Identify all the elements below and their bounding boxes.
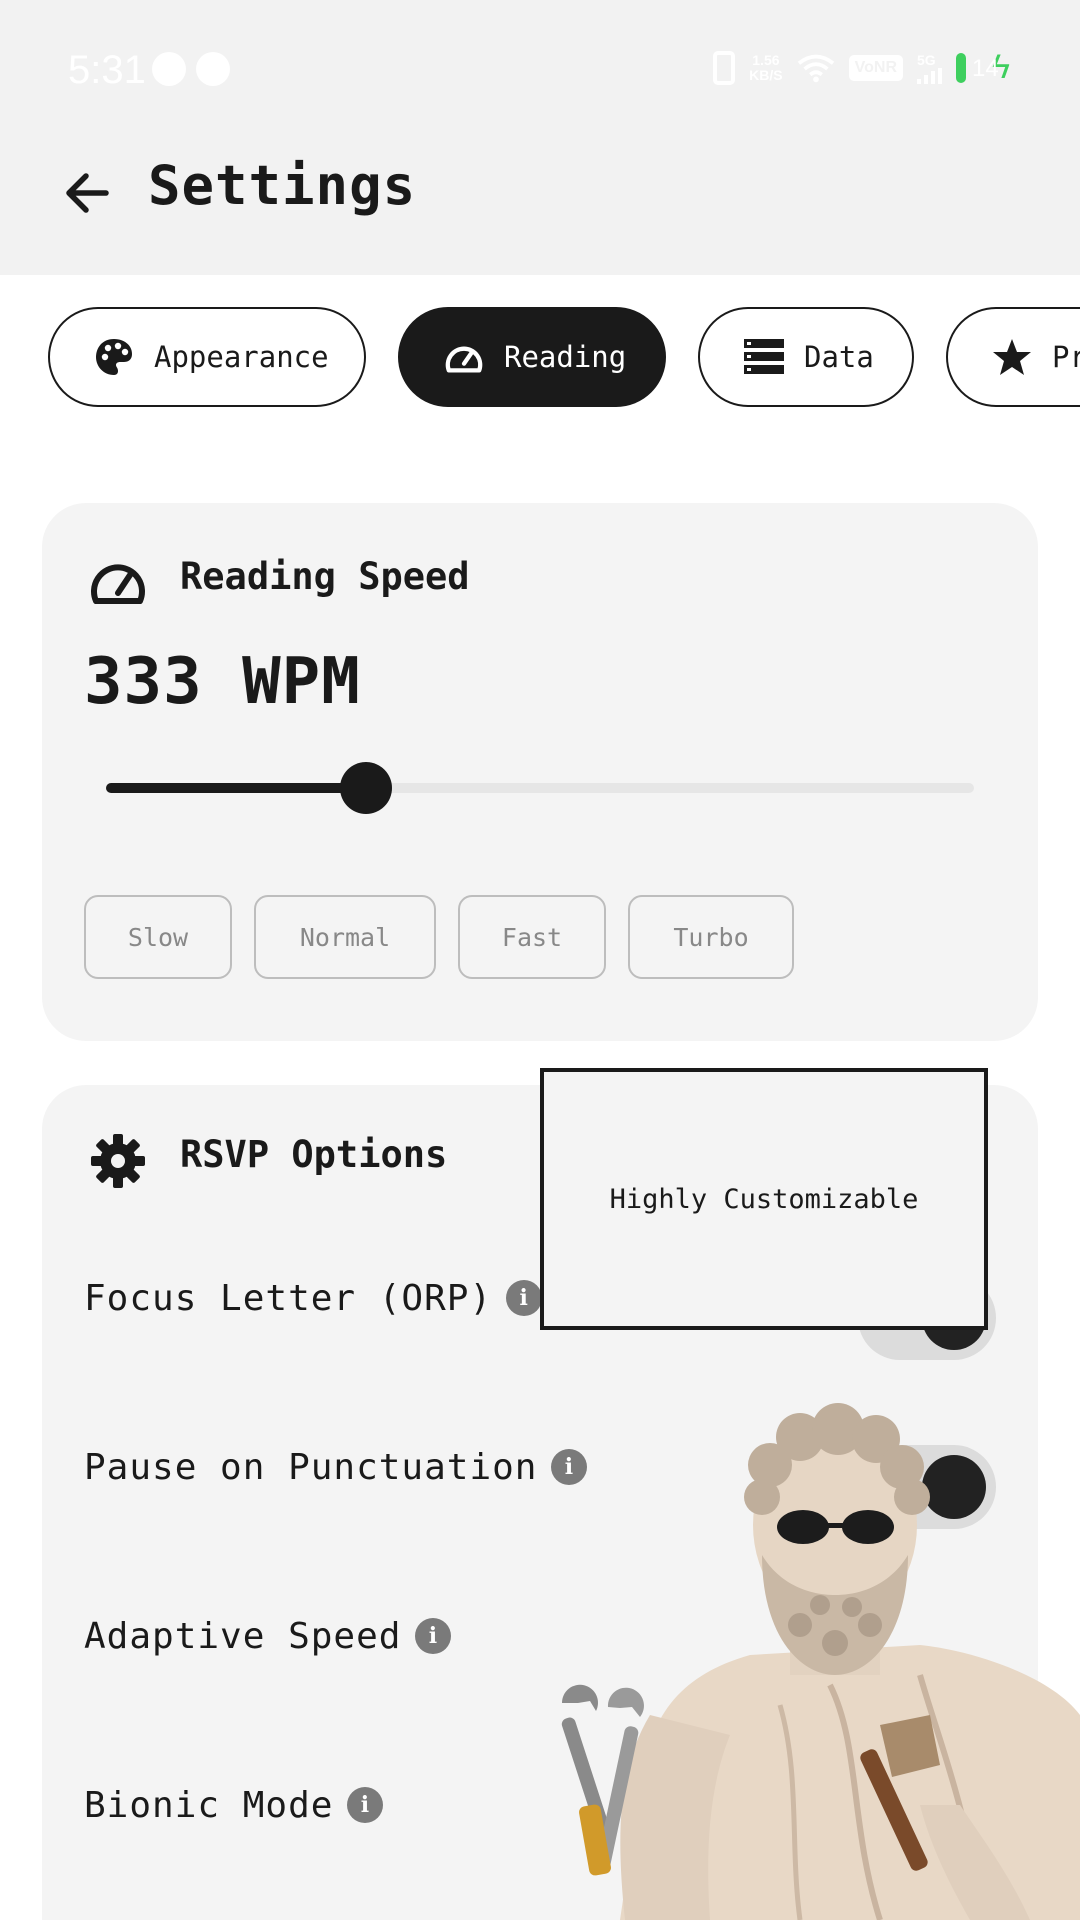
page-title: Settings	[148, 154, 417, 217]
battery-icon: 14 ϟ	[956, 48, 1010, 87]
list-icon	[744, 337, 784, 377]
notification-icons	[152, 52, 230, 86]
back-arrow-icon[interactable]	[58, 165, 114, 221]
facebook-icon	[196, 52, 230, 86]
tab-appearance[interactable]: Appearance	[48, 307, 366, 407]
speed-slider[interactable]	[106, 762, 974, 814]
info-icon[interactable]: i	[415, 1618, 452, 1654]
option-label: Adaptive Speed	[84, 1615, 402, 1657]
tab-label: Appearance	[154, 340, 329, 374]
net-speed-value: 1.56	[752, 51, 780, 68]
cell-signal: 5G	[917, 52, 942, 84]
preset-normal-button[interactable]: Normal	[254, 895, 436, 979]
star-icon	[992, 337, 1032, 377]
battery-level: 14	[972, 54, 999, 82]
slider-thumb[interactable]	[340, 762, 393, 814]
option-label: Bionic Mode	[84, 1784, 334, 1826]
option-label: Focus Letter (ORP)	[84, 1277, 493, 1319]
slider-fill	[106, 783, 367, 793]
tab-label: Data	[804, 340, 874, 374]
status-bar: 5:31 1.56 KB/S VoNR 5G 14 ϟ	[0, 0, 1080, 140]
card-title: RSVP Options	[180, 1133, 448, 1176]
network-speed: 1.56 KB/S	[749, 51, 783, 83]
vibrate-icon	[713, 50, 736, 85]
network-type: 5G	[917, 51, 936, 68]
signal-bars-icon	[917, 67, 942, 84]
reading-speed-card: Reading Speed 333 WPM Slow Normal Fast T…	[42, 503, 1038, 1041]
status-indicators: 1.56 KB/S VoNR 5G 14 ϟ	[713, 48, 1010, 87]
wpm-value: 333 WPM	[84, 645, 361, 719]
speedometer-icon	[91, 564, 145, 604]
palette-icon	[94, 337, 134, 377]
preset-fast-button[interactable]: Fast	[458, 895, 606, 979]
tab-data[interactable]: Data	[698, 307, 914, 407]
option-label: Pause on Punctuation	[84, 1446, 538, 1488]
option-bionic-mode: Bionic Mode i	[84, 1765, 384, 1845]
tab-pro[interactable]: Pr	[946, 307, 1080, 407]
card-title: Reading Speed	[180, 555, 470, 598]
option-adaptive-speed: Adaptive Speed i	[84, 1596, 452, 1676]
settings-content: Appearance Reading Data Pr Reading Speed	[0, 275, 1080, 1920]
info-icon[interactable]: i	[506, 1280, 543, 1316]
messenger-icon	[152, 52, 186, 86]
wifi-icon	[797, 54, 834, 82]
option-focus-letter: Focus Letter (ORP) i	[84, 1258, 543, 1338]
preset-slow-button[interactable]: Slow	[84, 895, 232, 979]
preset-turbo-button[interactable]: Turbo	[628, 895, 794, 979]
tab-label: Pr	[1052, 340, 1080, 374]
status-time: 5:31	[68, 48, 146, 92]
tab-reading[interactable]: Reading	[398, 307, 666, 407]
promo-callout: Highly Customizable	[540, 1068, 988, 1330]
gear-icon	[91, 1134, 145, 1188]
info-icon[interactable]: i	[347, 1787, 384, 1823]
statue-mascot-illustration	[561, 1403, 1080, 1920]
volte-badge: VoNR	[848, 54, 903, 81]
tab-label: Reading	[504, 340, 627, 374]
promo-text: Highly Customizable	[609, 1183, 919, 1215]
app-bar: Settings	[0, 140, 1080, 275]
net-speed-unit: KB/S	[749, 66, 783, 83]
speedometer-icon	[444, 337, 484, 377]
